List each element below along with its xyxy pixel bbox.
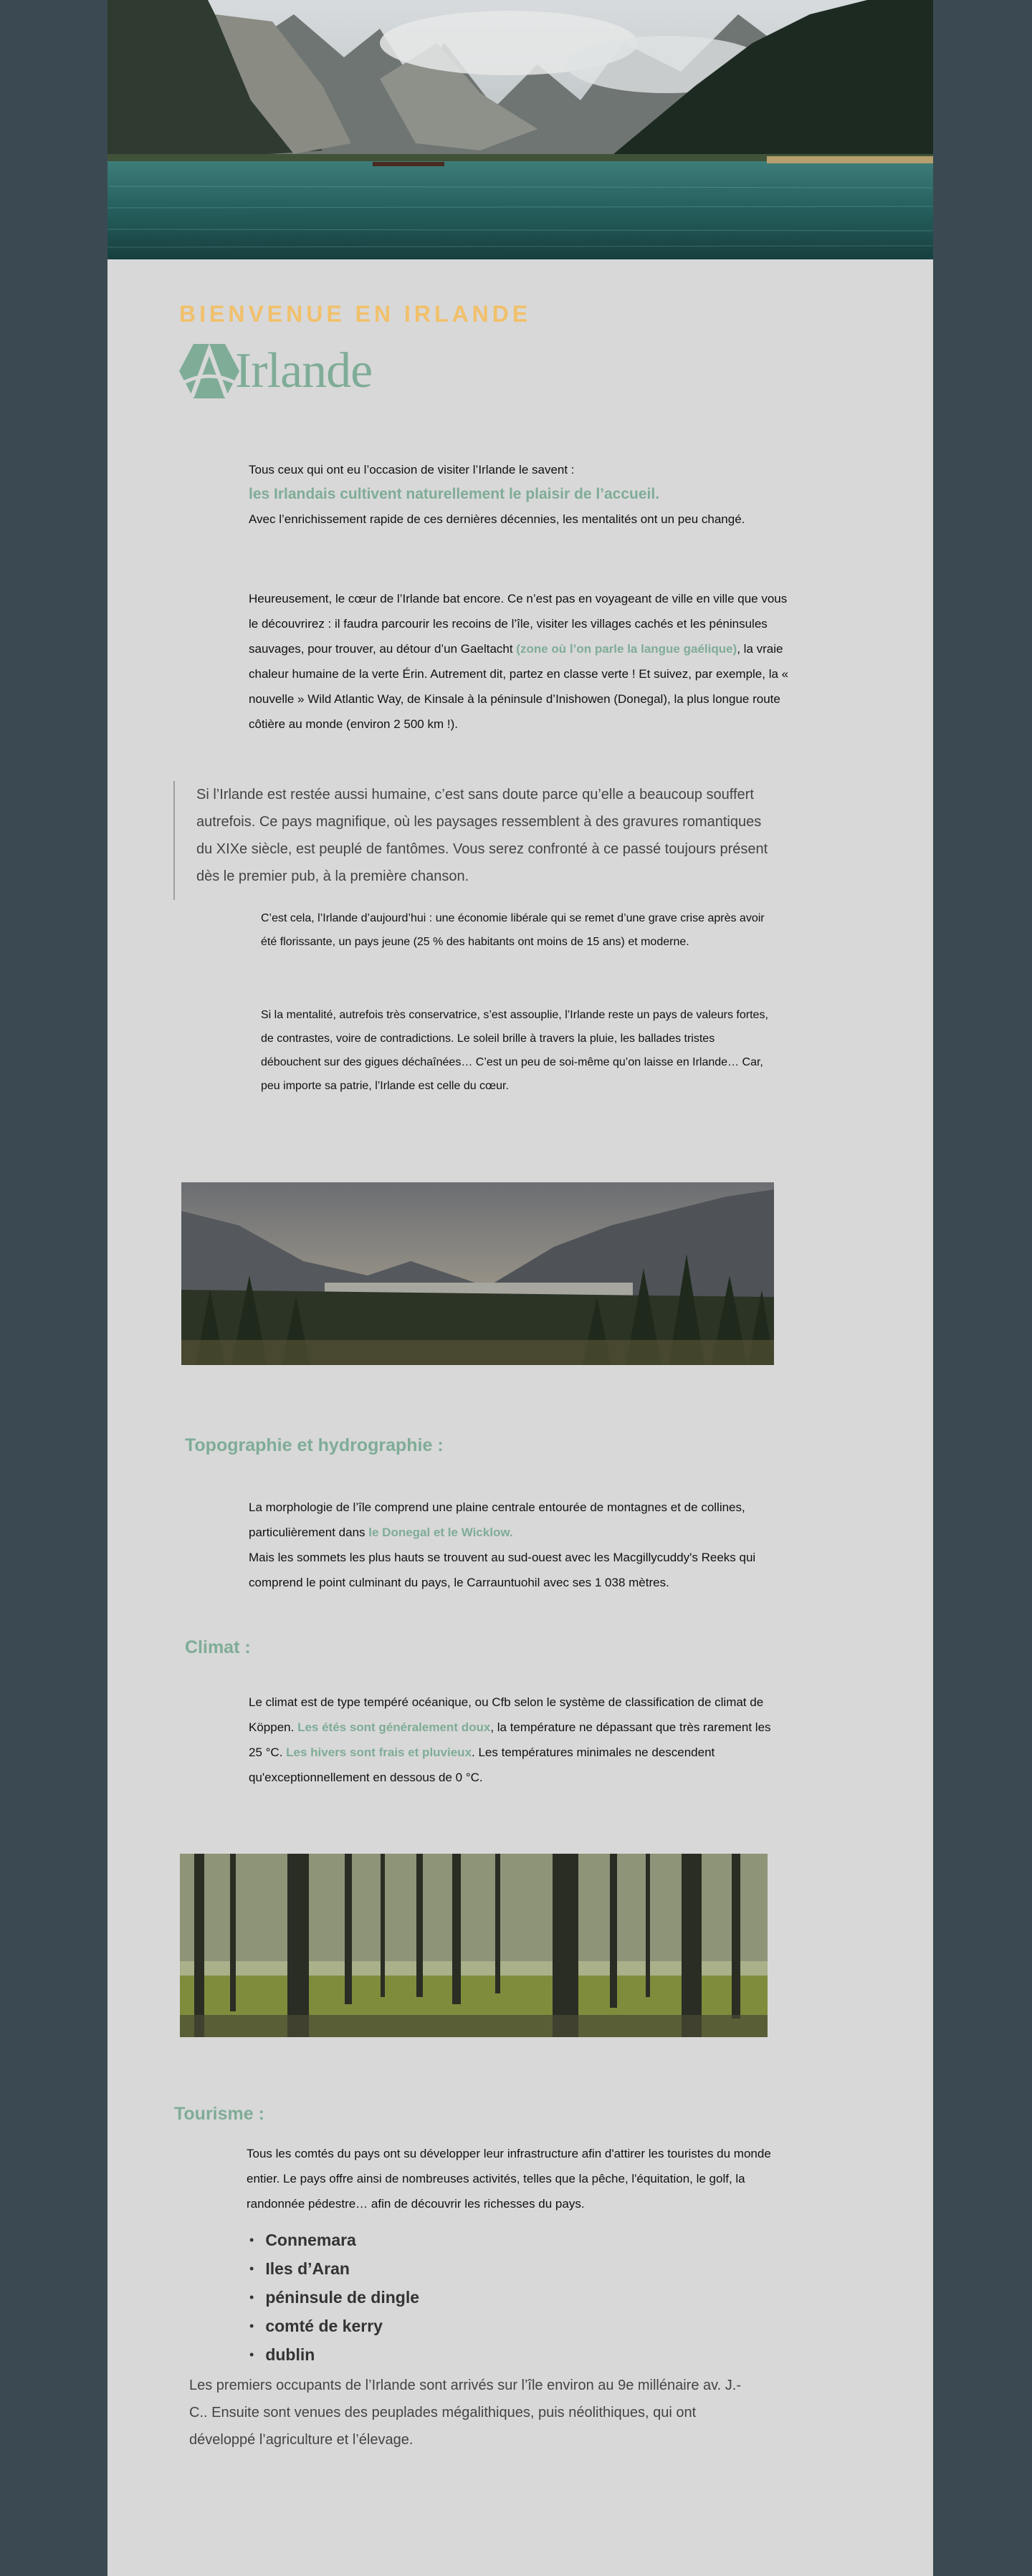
history-paragraph: Les premiers occupants de l’Irlande sont… [189,2378,741,2448]
hero-lake-mountains-image [108,0,933,259]
blockquote: Si l’Irlande est restée aussi humaine, c… [173,781,777,900]
intro-line: Avec l’enrichissement rapide de ces dern… [249,512,745,526]
logo-text: Irlande [235,343,373,398]
region-highlight: le Donegal et le Wicklow. [368,1526,513,1539]
list-item: comté de kerry [249,2312,419,2341]
tourism-list: Connemara Iles d’Aran péninsule de dingl… [249,2226,419,2370]
mountain-lake-image [181,1182,774,1365]
intro-section: Tous ceux qui ont eu l’occasion de visit… [249,457,779,532]
topography-text: La morphologie de l’île comprend une pla… [249,1495,779,1595]
list-item: Connemara [249,2226,419,2255]
paragraph-text: Mais les sommets les plus hauts se trouv… [249,1551,756,1589]
climate-heading: Climat : [185,1637,251,1657]
forest-image [180,1854,768,2037]
list-item: dublin [249,2341,419,2370]
page-content: BIENVENUE EN IRLANDE Irlande Tous ceux q… [108,0,933,2576]
climate-text: Le climat est de type tempéré océanique,… [249,1690,779,1790]
tourism-heading: Tourisme : [174,2104,264,2124]
intro-highlight: les Irlandais cultivent naturellement le… [249,486,660,502]
paragraph-economy: C’est cela, l’Irlande d’aujourd’hui : un… [261,912,765,948]
site-logo[interactable]: Irlande [179,343,373,400]
intro-line: Tous ceux qui ont eu l’occasion de visit… [249,463,575,477]
paragraph-gaeltacht: Heureusement, le cœur de l’Irlande bat e… [249,586,793,737]
logo-mark-icon [179,343,239,398]
topography-heading: Topographie et hydrographie : [185,1435,444,1455]
list-item: péninsule de dingle [249,2284,419,2312]
winter-highlight: Les hivers sont frais et pluvieux [286,1746,472,1759]
paragraph-mentality: Si la mentalité, autrefois très conserva… [261,1009,768,1092]
summer-highlight: Les étés sont généralement doux [297,1720,491,1734]
list-item: Iles d’Aran [249,2255,419,2284]
tourism-text: Tous les comtés du pays ont su développe… [247,2147,771,2211]
gaeltacht-note: (zone où l’on parle la langue gaélique) [516,642,737,656]
welcome-heading: BIENVENUE EN IRLANDE [179,301,532,327]
